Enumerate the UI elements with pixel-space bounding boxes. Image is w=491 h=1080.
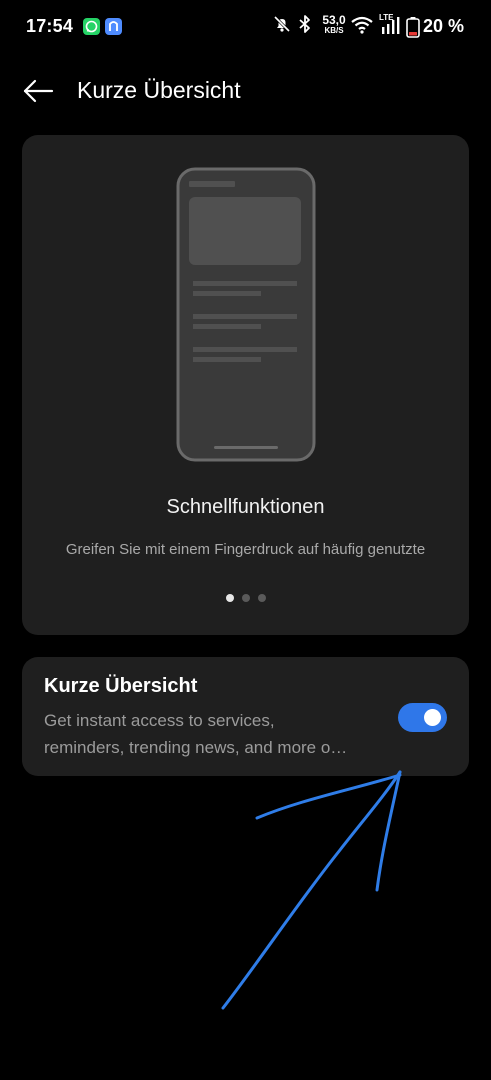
pagination-dot[interactable] xyxy=(257,594,266,602)
battery-icon xyxy=(406,17,420,38)
network-speed: 53,0 KB/S xyxy=(319,14,349,35)
phone-illustration xyxy=(176,167,316,462)
setting-description-line: reminders, trending news, and more o… xyxy=(44,738,348,757)
setting-title: Kurze Übersicht xyxy=(44,675,198,697)
feature-description: Greifen Sie mit einem Fingerdruck auf hä… xyxy=(65,541,426,558)
feature-preview-card[interactable]: Schnellfunktionen Greifen Sie mit einem … xyxy=(22,135,469,635)
back-button[interactable] xyxy=(20,74,56,110)
battery-percentage: 20 % xyxy=(423,16,465,36)
arrow-left-icon xyxy=(23,79,54,103)
quick-overview-toggle[interactable] xyxy=(398,703,447,732)
bluetooth-icon xyxy=(299,15,310,33)
whatsapp-icon xyxy=(83,18,100,35)
setting-description-line: Get instant access to services, xyxy=(44,711,275,730)
mute-icon xyxy=(273,15,291,33)
page-title: Kurze Übersicht xyxy=(77,77,241,103)
app-notification-icon xyxy=(105,18,122,35)
toggle-knob xyxy=(424,709,441,726)
pagination-dots[interactable] xyxy=(22,594,469,602)
setting-description: Get instant access to services, reminder… xyxy=(44,707,379,761)
signal-icon xyxy=(382,17,400,34)
network-speed-unit: KB/S xyxy=(324,26,344,35)
status-time: 17:54 xyxy=(26,16,74,36)
quick-overview-setting[interactable]: Kurze Übersicht Get instant access to se… xyxy=(22,657,469,776)
pagination-dot[interactable] xyxy=(241,594,250,602)
network-speed-value: 53,0 xyxy=(322,13,346,27)
status-bar: 17:54 53,0 KB/S LTE 20 % xyxy=(0,0,491,56)
feature-title: Schnellfunktionen xyxy=(166,496,325,518)
wifi-icon xyxy=(351,16,373,34)
pagination-dot[interactable] xyxy=(225,594,234,602)
